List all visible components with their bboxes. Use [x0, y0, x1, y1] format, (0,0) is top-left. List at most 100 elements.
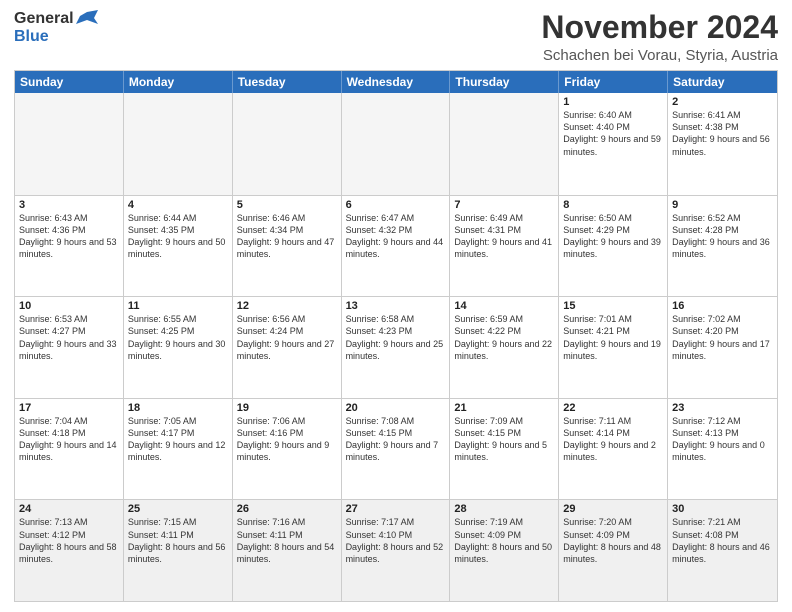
cell-info: Sunrise: 7:17 AM Sunset: 4:10 PM Dayligh…: [346, 516, 446, 565]
header-day-sunday: Sunday: [15, 71, 124, 93]
calendar-cell: [15, 93, 124, 195]
calendar-cell: 14Sunrise: 6:59 AM Sunset: 4:22 PM Dayli…: [450, 297, 559, 398]
calendar-cell: 1Sunrise: 6:40 AM Sunset: 4:40 PM Daylig…: [559, 93, 668, 195]
calendar-row-4: 17Sunrise: 7:04 AM Sunset: 4:18 PM Dayli…: [15, 398, 777, 500]
calendar-body: 1Sunrise: 6:40 AM Sunset: 4:40 PM Daylig…: [15, 93, 777, 601]
day-number: 8: [563, 199, 663, 211]
calendar-cell: 20Sunrise: 7:08 AM Sunset: 4:15 PM Dayli…: [342, 399, 451, 500]
day-number: 30: [672, 503, 773, 515]
calendar-cell: 28Sunrise: 7:19 AM Sunset: 4:09 PM Dayli…: [450, 500, 559, 601]
calendar-row-1: 1Sunrise: 6:40 AM Sunset: 4:40 PM Daylig…: [15, 93, 777, 195]
cell-info: Sunrise: 7:21 AM Sunset: 4:08 PM Dayligh…: [672, 516, 773, 565]
calendar-cell: 8Sunrise: 6:50 AM Sunset: 4:29 PM Daylig…: [559, 196, 668, 297]
cell-info: Sunrise: 7:19 AM Sunset: 4:09 PM Dayligh…: [454, 516, 554, 565]
calendar-cell: 9Sunrise: 6:52 AM Sunset: 4:28 PM Daylig…: [668, 196, 777, 297]
calendar-cell: 11Sunrise: 6:55 AM Sunset: 4:25 PM Dayli…: [124, 297, 233, 398]
cell-info: Sunrise: 7:01 AM Sunset: 4:21 PM Dayligh…: [563, 313, 663, 362]
day-number: 21: [454, 402, 554, 414]
calendar-row-2: 3Sunrise: 6:43 AM Sunset: 4:36 PM Daylig…: [15, 195, 777, 297]
day-number: 15: [563, 300, 663, 312]
header-day-friday: Friday: [559, 71, 668, 93]
cell-info: Sunrise: 6:40 AM Sunset: 4:40 PM Dayligh…: [563, 109, 663, 158]
calendar-row-5: 24Sunrise: 7:13 AM Sunset: 4:12 PM Dayli…: [15, 499, 777, 601]
day-number: 17: [19, 402, 119, 414]
day-number: 27: [346, 503, 446, 515]
cell-info: Sunrise: 6:43 AM Sunset: 4:36 PM Dayligh…: [19, 212, 119, 261]
logo-general-text: General: [14, 10, 74, 28]
calendar-cell: 4Sunrise: 6:44 AM Sunset: 4:35 PM Daylig…: [124, 196, 233, 297]
calendar-cell: 24Sunrise: 7:13 AM Sunset: 4:12 PM Dayli…: [15, 500, 124, 601]
cell-info: Sunrise: 7:08 AM Sunset: 4:15 PM Dayligh…: [346, 415, 446, 464]
cell-info: Sunrise: 7:16 AM Sunset: 4:11 PM Dayligh…: [237, 516, 337, 565]
cell-info: Sunrise: 6:46 AM Sunset: 4:34 PM Dayligh…: [237, 212, 337, 261]
logo: General Blue: [14, 10, 98, 46]
calendar-row-3: 10Sunrise: 6:53 AM Sunset: 4:27 PM Dayli…: [15, 296, 777, 398]
calendar-cell: 16Sunrise: 7:02 AM Sunset: 4:20 PM Dayli…: [668, 297, 777, 398]
day-number: 11: [128, 300, 228, 312]
cell-info: Sunrise: 6:50 AM Sunset: 4:29 PM Dayligh…: [563, 212, 663, 261]
calendar-cell: 22Sunrise: 7:11 AM Sunset: 4:14 PM Dayli…: [559, 399, 668, 500]
day-number: 28: [454, 503, 554, 515]
calendar-cell: 7Sunrise: 6:49 AM Sunset: 4:31 PM Daylig…: [450, 196, 559, 297]
day-number: 19: [237, 402, 337, 414]
day-number: 16: [672, 300, 773, 312]
day-number: 20: [346, 402, 446, 414]
cell-info: Sunrise: 7:20 AM Sunset: 4:09 PM Dayligh…: [563, 516, 663, 565]
calendar-cell: 2Sunrise: 6:41 AM Sunset: 4:38 PM Daylig…: [668, 93, 777, 195]
title-section: November 2024 Schachen bei Vorau, Styria…: [541, 10, 778, 64]
month-year-title: November 2024: [541, 10, 778, 45]
day-number: 1: [563, 96, 663, 108]
day-number: 24: [19, 503, 119, 515]
day-number: 12: [237, 300, 337, 312]
day-number: 2: [672, 96, 773, 108]
day-number: 9: [672, 199, 773, 211]
cell-info: Sunrise: 7:11 AM Sunset: 4:14 PM Dayligh…: [563, 415, 663, 464]
calendar-cell: [450, 93, 559, 195]
calendar-cell: 13Sunrise: 6:58 AM Sunset: 4:23 PM Dayli…: [342, 297, 451, 398]
cell-info: Sunrise: 7:05 AM Sunset: 4:17 PM Dayligh…: [128, 415, 228, 464]
day-number: 26: [237, 503, 337, 515]
calendar-cell: 3Sunrise: 6:43 AM Sunset: 4:36 PM Daylig…: [15, 196, 124, 297]
cell-info: Sunrise: 7:15 AM Sunset: 4:11 PM Dayligh…: [128, 516, 228, 565]
logo-blue-text: Blue: [14, 28, 49, 46]
header-day-saturday: Saturday: [668, 71, 777, 93]
header-day-thursday: Thursday: [450, 71, 559, 93]
cell-info: Sunrise: 6:44 AM Sunset: 4:35 PM Dayligh…: [128, 212, 228, 261]
day-number: 29: [563, 503, 663, 515]
day-number: 23: [672, 402, 773, 414]
cell-info: Sunrise: 7:04 AM Sunset: 4:18 PM Dayligh…: [19, 415, 119, 464]
calendar-cell: [233, 93, 342, 195]
cell-info: Sunrise: 6:47 AM Sunset: 4:32 PM Dayligh…: [346, 212, 446, 261]
calendar-cell: 6Sunrise: 6:47 AM Sunset: 4:32 PM Daylig…: [342, 196, 451, 297]
calendar-cell: 10Sunrise: 6:53 AM Sunset: 4:27 PM Dayli…: [15, 297, 124, 398]
header-day-monday: Monday: [124, 71, 233, 93]
calendar-cell: 23Sunrise: 7:12 AM Sunset: 4:13 PM Dayli…: [668, 399, 777, 500]
day-number: 22: [563, 402, 663, 414]
cell-info: Sunrise: 7:09 AM Sunset: 4:15 PM Dayligh…: [454, 415, 554, 464]
logo-bird-icon: [76, 10, 98, 28]
day-number: 18: [128, 402, 228, 414]
calendar-cell: 30Sunrise: 7:21 AM Sunset: 4:08 PM Dayli…: [668, 500, 777, 601]
day-number: 10: [19, 300, 119, 312]
cell-info: Sunrise: 6:59 AM Sunset: 4:22 PM Dayligh…: [454, 313, 554, 362]
calendar-cell: [124, 93, 233, 195]
header-day-tuesday: Tuesday: [233, 71, 342, 93]
day-number: 14: [454, 300, 554, 312]
day-number: 6: [346, 199, 446, 211]
day-number: 7: [454, 199, 554, 211]
calendar-cell: 19Sunrise: 7:06 AM Sunset: 4:16 PM Dayli…: [233, 399, 342, 500]
cell-info: Sunrise: 6:49 AM Sunset: 4:31 PM Dayligh…: [454, 212, 554, 261]
calendar-cell: 21Sunrise: 7:09 AM Sunset: 4:15 PM Dayli…: [450, 399, 559, 500]
cell-info: Sunrise: 6:55 AM Sunset: 4:25 PM Dayligh…: [128, 313, 228, 362]
cell-info: Sunrise: 7:12 AM Sunset: 4:13 PM Dayligh…: [672, 415, 773, 464]
calendar-cell: 12Sunrise: 6:56 AM Sunset: 4:24 PM Dayli…: [233, 297, 342, 398]
page: General Blue November 2024 Schachen bei …: [0, 0, 792, 612]
calendar-cell: 26Sunrise: 7:16 AM Sunset: 4:11 PM Dayli…: [233, 500, 342, 601]
cell-info: Sunrise: 6:52 AM Sunset: 4:28 PM Dayligh…: [672, 212, 773, 261]
cell-info: Sunrise: 6:56 AM Sunset: 4:24 PM Dayligh…: [237, 313, 337, 362]
cell-info: Sunrise: 6:58 AM Sunset: 4:23 PM Dayligh…: [346, 313, 446, 362]
calendar-cell: 25Sunrise: 7:15 AM Sunset: 4:11 PM Dayli…: [124, 500, 233, 601]
calendar-cell: 29Sunrise: 7:20 AM Sunset: 4:09 PM Dayli…: [559, 500, 668, 601]
calendar: SundayMondayTuesdayWednesdayThursdayFrid…: [14, 70, 778, 602]
day-number: 13: [346, 300, 446, 312]
